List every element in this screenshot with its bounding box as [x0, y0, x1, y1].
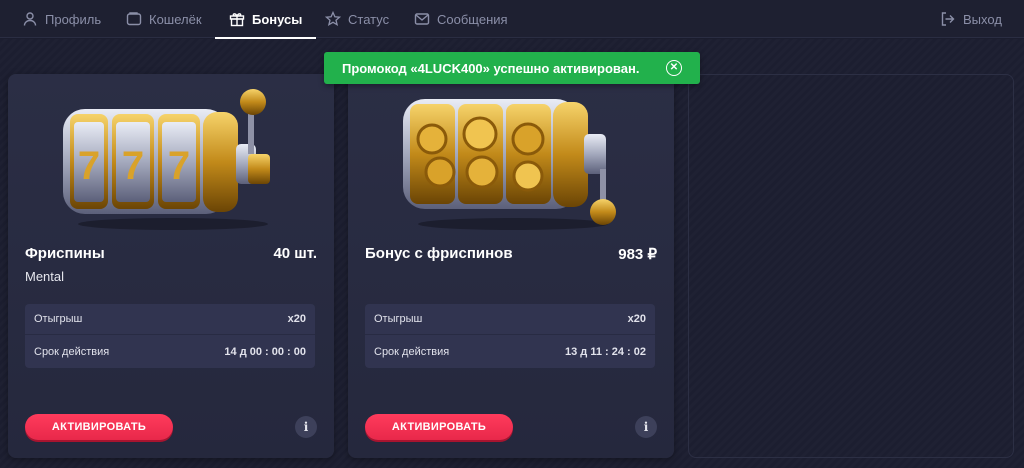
activate-button[interactable]: АКТИВИРОВАТЬ [365, 414, 513, 440]
success-toast: Промокод «4LUCK400» успешно активирован.… [324, 52, 700, 84]
info-icon[interactable]: i [635, 416, 657, 438]
toast-message: Промокод «4LUCK400» успешно активирован. [342, 60, 640, 76]
activate-button[interactable]: АКТИВИРОВАТЬ [25, 414, 173, 440]
nav-item-profile[interactable]: Профиль [22, 0, 101, 38]
card-title: Бонус с фриспинов [365, 245, 513, 262]
nav-item-bonuses[interactable]: Бонусы [215, 0, 317, 39]
card-details: Отыгрыш x20 Срок действия 14 д 00 : 00 :… [25, 304, 315, 368]
svg-text:7: 7 [168, 144, 190, 188]
svg-text:7: 7 [78, 144, 100, 188]
nav-item-label: Профиль [45, 11, 102, 27]
wallet-icon [126, 12, 142, 26]
card-details: Отыгрыш x20 Срок действия 13 д 11 : 24 :… [365, 304, 655, 368]
nav-item-status[interactable]: Статус [325, 0, 389, 38]
row-label: Отыгрыш [374, 313, 423, 325]
nav-item-wallet[interactable]: Кошелёк [126, 0, 202, 38]
row-value: x20 [287, 313, 306, 325]
row-value: x20 [627, 313, 646, 325]
user-icon [23, 12, 37, 26]
bonus-card-freespin-bonus: Бонус с фриспинов 983 ₽ Отыгрыш x20 Срок… [348, 74, 674, 458]
nav-item-label: Статус [348, 11, 390, 27]
nav-item-messages[interactable]: Сообщения [414, 0, 508, 38]
bonus-card-freespins: 7 7 7 Фриспины 40 шт. Mental Отыгрыш x20… [8, 74, 334, 458]
expiry-row: Срок действия 13 д 11 : 24 : 02 [365, 336, 655, 367]
row-label: Срок действия [374, 345, 450, 358]
mail-icon [414, 13, 430, 25]
card-amount: 983 ₽ [618, 246, 657, 263]
svg-text:7: 7 [122, 144, 144, 188]
empty-card-slot [688, 74, 1014, 458]
card-subtitle: Mental [25, 269, 65, 284]
nav-item-label: Сообщения [437, 11, 508, 27]
row-value: 14 д 00 : 00 : 00 [224, 345, 306, 358]
row-label: Срок действия [34, 345, 110, 358]
top-navigation: Профиль Кошелёк Бонусы Статус Сообщения … [0, 0, 1024, 39]
gift-icon [229, 13, 245, 27]
close-icon[interactable]: ✕ [666, 60, 682, 76]
card-amount: 40 шт. [273, 245, 317, 262]
nav-item-label: Кошелёк [149, 11, 202, 27]
expiry-row: Срок действия 14 д 00 : 00 : 00 [25, 336, 315, 367]
wager-row: Отыгрыш x20 [25, 304, 315, 335]
slot-machine-777-icon: 7 7 7 [63, 89, 270, 230]
star-icon [325, 11, 341, 27]
card-title: Фриспины [25, 245, 105, 262]
info-icon[interactable]: i [295, 416, 317, 438]
row-label: Отыгрыш [34, 313, 83, 325]
logout-label: Выход [963, 11, 1002, 27]
row-value: 13 д 11 : 24 : 02 [565, 345, 646, 358]
wager-row: Отыгрыш x20 [365, 304, 655, 335]
nav-item-label: Бонусы [252, 11, 303, 27]
logout-icon [941, 12, 955, 26]
logout-button[interactable]: Выход [940, 0, 1002, 38]
slot-machine-coins-icon [403, 99, 616, 230]
